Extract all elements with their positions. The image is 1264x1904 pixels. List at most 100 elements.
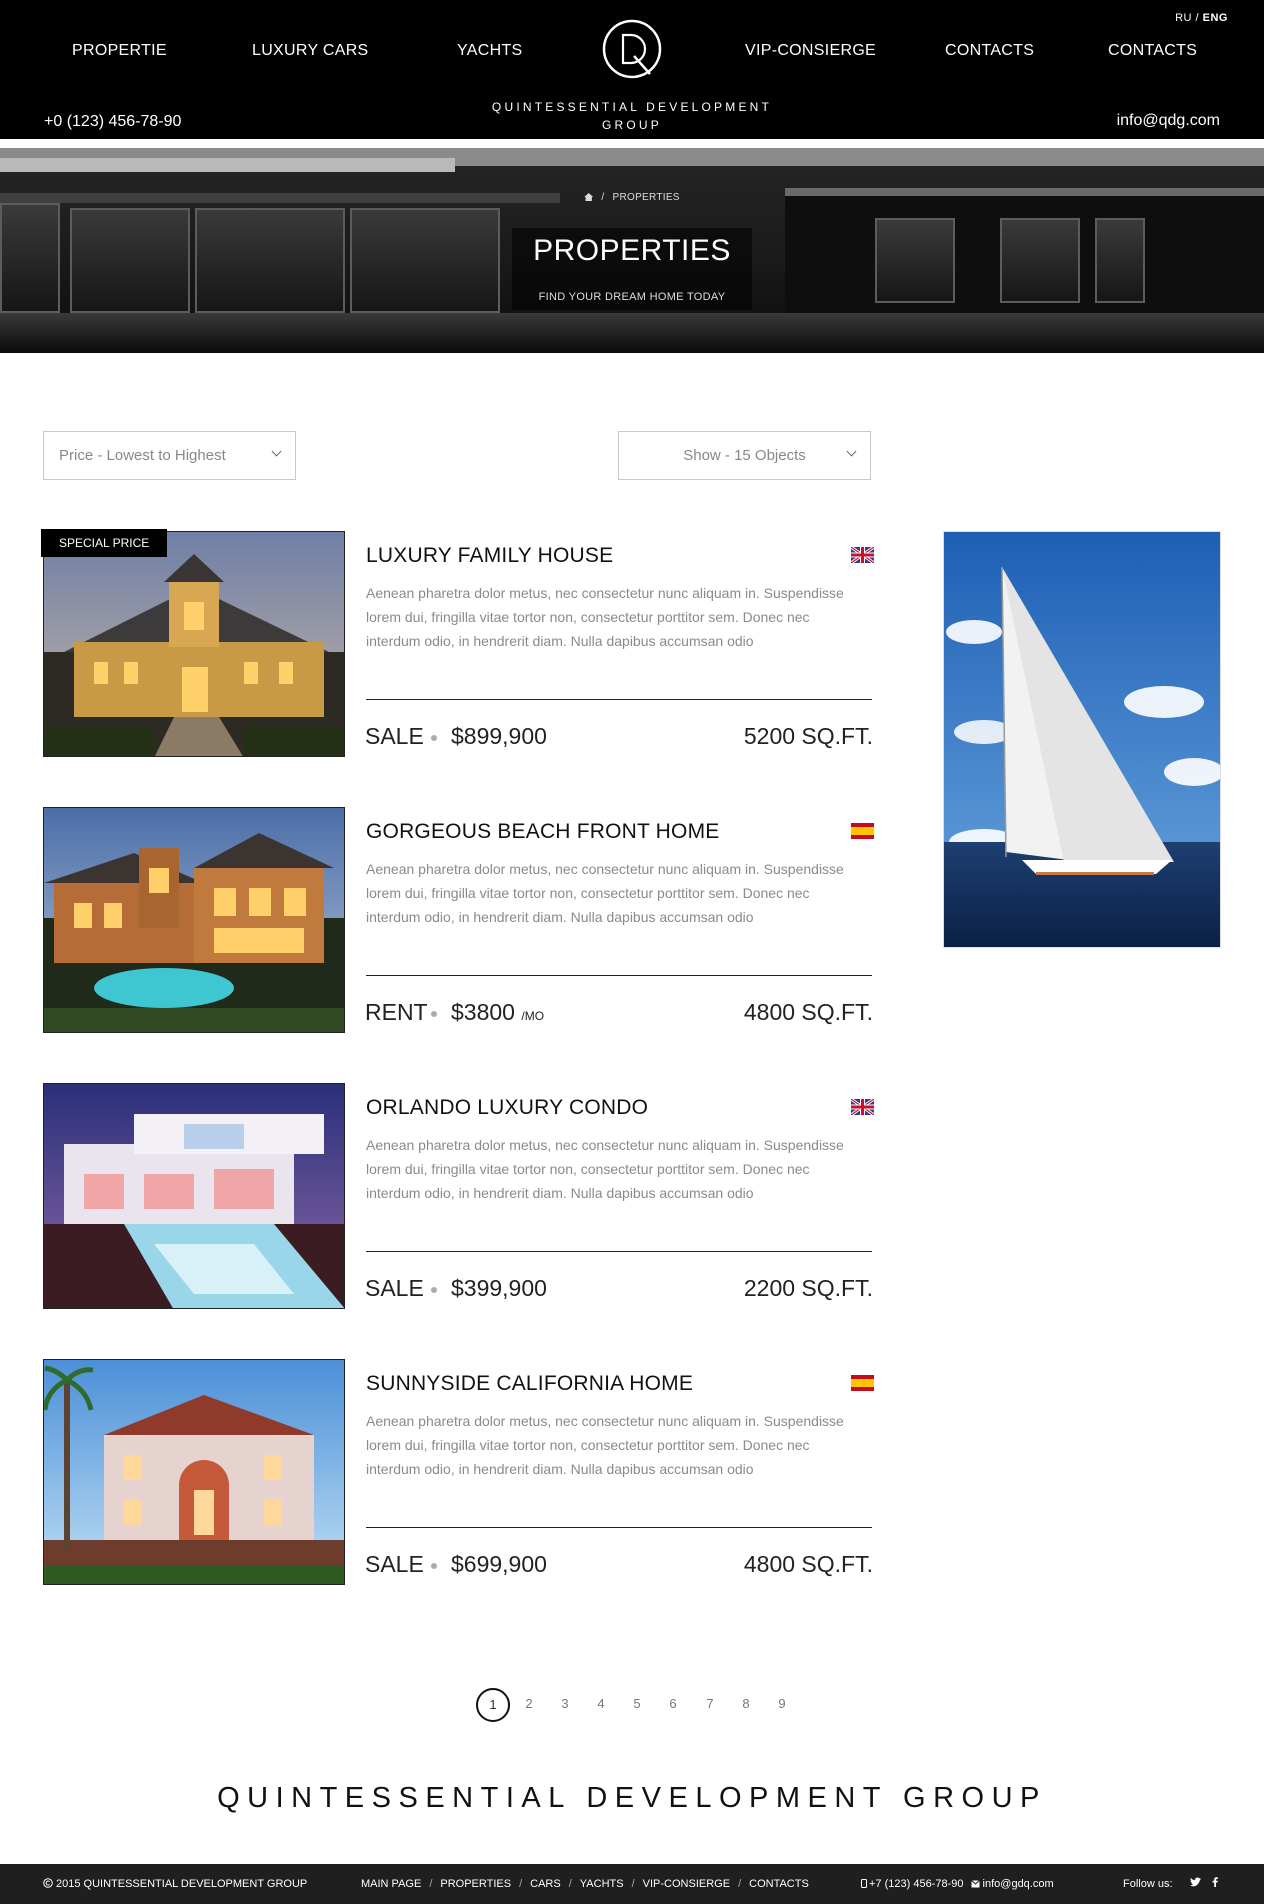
listing-price: $699,900 [451,1551,547,1578]
footer-link-contacts[interactable]: CONTACTS [749,1878,809,1890]
nav-yachts[interactable]: YACHTS [457,42,523,60]
page-8[interactable]: 8 [736,1696,756,1711]
footer-separator: / [429,1878,433,1890]
price-unit: /MO [521,1009,545,1023]
footer-nav: MAIN PAGE / PROPERTIES / CARS / YACHTS / VIP-CON… [361,1878,809,1890]
follow-label: Follow us: [1123,1878,1173,1890]
listing-card[interactable]: ORLANDO LUXURY CONDO Aenean pharetra dol… [43,1083,874,1309]
home-icon[interactable] [584,193,594,201]
dot-separator [431,1287,437,1293]
footer-link-cars[interactable]: CARS [530,1878,561,1890]
hero-building-roof [0,158,455,172]
house-illustration [44,532,344,756]
property-photo[interactable] [43,531,345,757]
uk-flag-icon [851,1099,874,1115]
nav-vip-consierge[interactable]: VIP-CONSIERGE [745,42,876,60]
footer-contacts: +7 (123) 456-78-90 info@gdq.com [861,1878,1054,1890]
listing-type: RENT [365,999,428,1025]
page-2[interactable]: 2 [519,1696,539,1711]
price-value: $899,900 [451,723,547,749]
listing-card[interactable]: SUNNYSIDE CALIFORNIA HOME Aenean pharetr… [43,1359,874,1585]
listing-type: SALE [365,723,424,749]
footer-link-yachts[interactable]: YACHTS [580,1878,624,1890]
site-header: RU / ENG PROPERTIE LUXURY CARS YACHTS VI… [0,0,1264,143]
page-7[interactable]: 7 [700,1696,720,1711]
page-4[interactable]: 4 [591,1696,611,1711]
logo-icon[interactable] [601,18,663,80]
special-price-badge: SPECIAL PRICE [41,529,168,557]
listing-type: SALE [365,1551,424,1577]
footer-link-properties[interactable]: PROPERTIES [440,1878,511,1890]
uk-flag-icon [851,547,874,563]
show-count-select[interactable]: Show - 15 Objects [618,431,871,480]
nav-luxury-cars[interactable]: LUXURY CARS [252,42,369,60]
price-value: $399,900 [451,1275,547,1301]
listing-card[interactable]: SPECIAL PRICE LUXURY FAMILY HOUSE Aenean… [41,529,874,757]
hero-banner: / PROPERTIES PROPERTIES FIND YOUR DREAM … [0,148,1264,353]
page-6[interactable]: 6 [663,1696,683,1711]
brand-line-1: QUINTESSENTIAL DEVELOPMENT [491,100,773,114]
property-photo[interactable] [43,1359,345,1585]
page-9[interactable]: 9 [772,1696,792,1711]
listing-title[interactable]: ORLANDO LUXURY CONDO [366,1096,648,1120]
dot-separator [431,1563,437,1569]
nav-contacts-2[interactable]: CONTACTS [1108,42,1197,60]
breadcrumb-separator: / [601,192,605,203]
dot-separator [431,1011,437,1017]
page-subtitle: FIND YOUR DREAM HOME TODAY [538,291,726,303]
lang-eng-link[interactable]: ENG [1203,12,1228,24]
show-count-value: Show - 15 Objects [683,447,806,464]
listing-card[interactable]: GORGEOUS BEACH FRONT HOME Aenean pharetr… [43,807,874,1033]
listing-area: 5200 SQ.FT. [743,723,873,749]
listing-title[interactable]: SUNNYSIDE CALIFORNIA HOME [366,1372,693,1396]
sort-select[interactable]: Price - Lowest to Highest [43,431,296,480]
property-photo[interactable] [43,807,345,1033]
hero-building-floor [0,313,1264,353]
nav-properties[interactable]: PROPERTIE [72,42,167,60]
page-title: PROPERTIES [533,234,731,267]
facebook-icon[interactable] [1212,1877,1218,1890]
footer-link-vip-consierge[interactable]: VIP-CONSIERGE [643,1878,730,1890]
divider [366,699,872,700]
brand-line-2: GROUP [601,118,662,132]
footer-phone[interactable]: +7 (123) 456-78-90 [869,1878,963,1890]
lang-ru-link[interactable]: RU [1175,12,1192,24]
footer-link-main-page[interactable]: MAIN PAGE [361,1878,421,1890]
listing-area: 4800 SQ.FT. [743,999,873,1025]
header-email[interactable]: info@qdg.com [1117,112,1220,130]
footer-separator: / [519,1878,523,1890]
nav-contacts[interactable]: CONTACTS [945,42,1034,60]
footer-brand: QUINTESSENTIAL DEVELOPMENT GROUP [217,1782,1047,1814]
footer-separator: / [631,1878,635,1890]
page-3[interactable]: 3 [555,1696,575,1711]
lang-separator: / [1195,12,1200,24]
sailboat-illustration [944,532,1220,947]
copyright-icon [43,1878,53,1888]
phone-icon [861,1879,867,1888]
brand-name: QUINTESSENTIAL DEVELOPMENT GROUP [482,98,782,134]
pagination: 1 2 3 4 5 6 7 8 9 [0,1688,1264,1724]
header-phone[interactable]: +0 (123) 456-78-90 [44,113,181,131]
copyright: 2015 QUINTESSENTIAL DEVELOPMENT GROUP [43,1878,307,1890]
price-value: $3800 [451,999,515,1025]
page-5[interactable]: 5 [627,1696,647,1711]
listing-title[interactable]: LUXURY FAMILY HOUSE [366,544,613,568]
dot-separator [431,735,437,741]
language-switcher: RU / ENG [1175,12,1228,24]
listing-title[interactable]: GORGEOUS BEACH FRONT HOME [366,820,719,844]
listing-type: SALE [365,1275,424,1301]
spain-flag-icon [851,823,874,839]
twitter-icon[interactable] [1189,1877,1201,1890]
listing-description: Aenean pharetra dolor metus, nec consect… [366,1413,844,1477]
chevron-down-icon [846,446,857,457]
page-1[interactable]: 1 [476,1688,510,1722]
property-photo[interactable] [43,1083,345,1309]
site-footer: 2015 QUINTESSENTIAL DEVELOPMENT GROUP MA… [0,1864,1264,1904]
price-value: $699,900 [451,1551,547,1577]
house-illustration [44,1084,344,1308]
footer-separator: / [568,1878,572,1890]
footer-email[interactable]: info@gdq.com [983,1878,1054,1890]
breadcrumb-current: PROPERTIES [612,192,680,203]
yacht-banner[interactable] [943,531,1221,948]
mail-icon [970,1880,980,1888]
